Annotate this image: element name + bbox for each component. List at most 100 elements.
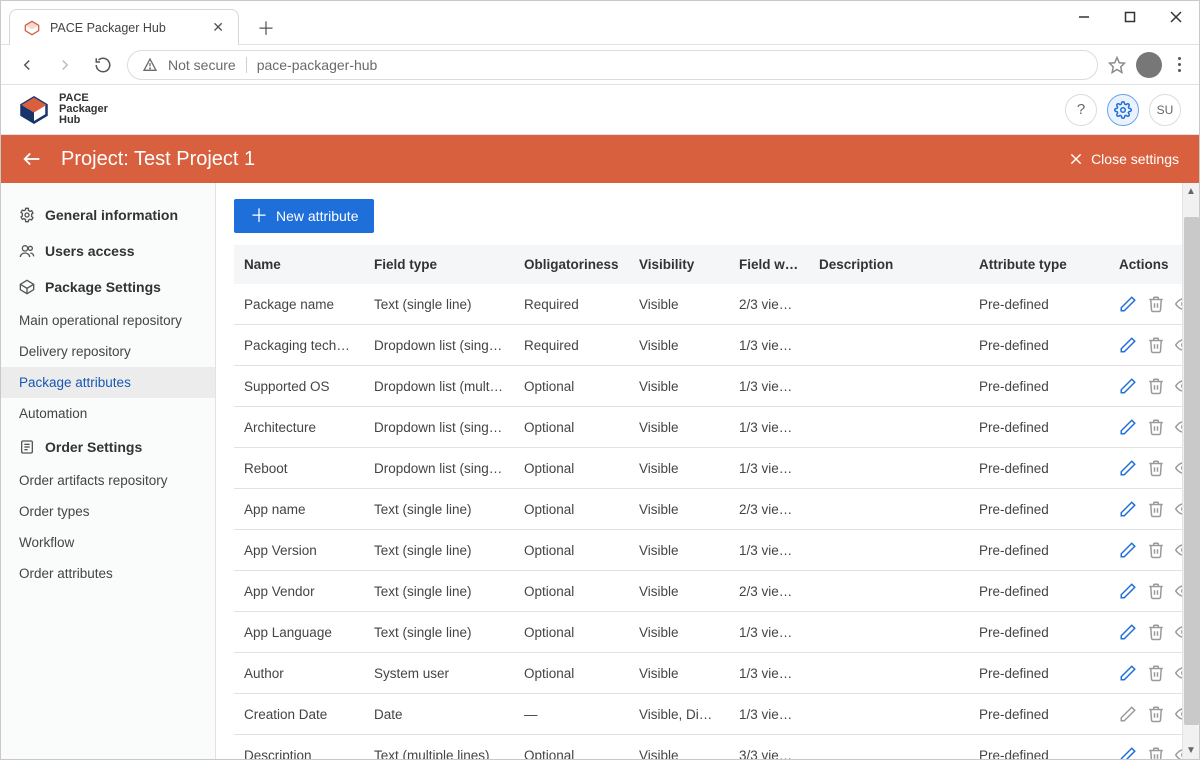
new-tab-button[interactable]: ＋ [251, 13, 281, 43]
window-minimize-button[interactable] [1061, 1, 1107, 33]
table-cell: Reboot [234, 448, 364, 489]
edit-icon[interactable] [1119, 582, 1137, 600]
tab-close-icon[interactable]: ✕ [212, 19, 224, 36]
delete-icon[interactable] [1147, 418, 1165, 436]
nav-back-button[interactable] [13, 51, 41, 79]
sidebar-section[interactable]: Package Settings [1, 269, 215, 305]
banner-back-button[interactable] [21, 148, 43, 170]
delete-icon[interactable] [1147, 377, 1165, 395]
delete-icon[interactable] [1147, 500, 1165, 518]
table-cell: 3/3 view ... [729, 735, 809, 760]
sidebar-item[interactable]: Workflow [1, 527, 215, 558]
table-cell: 1/3 view ... [729, 366, 809, 407]
edit-icon[interactable] [1119, 746, 1137, 759]
delete-icon[interactable] [1147, 459, 1165, 477]
app-header: PACE Packager Hub ? SU [1, 85, 1199, 135]
table-cell [809, 694, 969, 735]
window-maximize-button[interactable] [1107, 1, 1153, 33]
table-cell: Text (multiple lines) [364, 735, 514, 760]
main-content: ＋ New attribute NameField typeObligatori… [216, 183, 1199, 759]
delete-icon[interactable] [1147, 664, 1165, 682]
nav-reload-button[interactable] [89, 51, 117, 79]
profile-avatar-icon[interactable] [1136, 52, 1162, 78]
close-settings-button[interactable]: Close settings [1069, 151, 1179, 167]
table-header: Attribute type [969, 245, 1109, 284]
address-bar[interactable]: Not secure pace-packager-hub [127, 50, 1098, 80]
delete-icon[interactable] [1147, 295, 1165, 313]
table-row: Creation DateDate—Visible, Disabl...1/3 … [234, 694, 1199, 735]
edit-icon[interactable] [1119, 418, 1137, 436]
edit-icon[interactable] [1119, 623, 1137, 641]
sidebar-section-label: General information [45, 207, 178, 223]
table-cell: Text (single line) [364, 612, 514, 653]
url-text: pace-packager-hub [257, 57, 378, 73]
sidebar-section[interactable]: Users access [1, 233, 215, 269]
sidebar-section[interactable]: General information [1, 197, 215, 233]
delete-icon[interactable] [1147, 746, 1165, 759]
not-secure-icon [142, 57, 158, 73]
table-cell: Pre-defined [969, 571, 1109, 612]
browser-tab[interactable]: PACE Packager Hub ✕ [9, 9, 239, 45]
delete-icon[interactable] [1147, 541, 1165, 559]
table-cell: Pre-defined [969, 284, 1109, 325]
table-cell [809, 571, 969, 612]
sidebar-item[interactable]: Order attributes [1, 558, 215, 589]
table-cell: Text (single line) [364, 489, 514, 530]
table-cell: Pre-defined [969, 366, 1109, 407]
browser-menu-button[interactable] [1172, 57, 1187, 72]
sidebar-item[interactable]: Delivery repository [1, 336, 215, 367]
edit-icon[interactable] [1119, 336, 1137, 354]
table-cell: 1/3 view ... [729, 612, 809, 653]
edit-icon[interactable] [1119, 500, 1137, 518]
edit-icon[interactable] [1119, 705, 1137, 723]
sidebar-item[interactable]: Order artifacts repository [1, 465, 215, 496]
new-attribute-button[interactable]: ＋ New attribute [234, 199, 374, 233]
vertical-scrollbar[interactable]: ▲ ▼ [1182, 183, 1199, 759]
table-cell: — [514, 694, 629, 735]
scroll-thumb[interactable] [1184, 217, 1199, 725]
edit-icon[interactable] [1119, 459, 1137, 477]
settings-button[interactable] [1107, 94, 1139, 126]
package-icon [19, 279, 35, 295]
delete-icon[interactable] [1147, 705, 1165, 723]
attributes-table: NameField typeObligatorinessVisibilityFi… [234, 245, 1199, 759]
edit-icon[interactable] [1119, 664, 1137, 682]
favicon-icon [24, 20, 40, 36]
table-row: App LanguageText (single line)OptionalVi… [234, 612, 1199, 653]
sidebar-section[interactable]: Order Settings [1, 429, 215, 465]
sidebar-section-label: Users access [45, 243, 135, 259]
delete-icon[interactable] [1147, 582, 1165, 600]
table-cell: Pre-defined [969, 448, 1109, 489]
table-row: App VendorText (single line)OptionalVisi… [234, 571, 1199, 612]
edit-icon[interactable] [1119, 541, 1137, 559]
table-cell [809, 489, 969, 530]
delete-icon[interactable] [1147, 336, 1165, 354]
table-cell: Visible [629, 325, 729, 366]
sidebar-item[interactable]: Automation [1, 398, 215, 429]
table-row: AuthorSystem userOptionalVisible1/3 view… [234, 653, 1199, 694]
help-button[interactable]: ? [1065, 94, 1097, 126]
table-cell: Visible [629, 530, 729, 571]
scroll-down-icon[interactable]: ▼ [1186, 742, 1196, 759]
table-cell: Pre-defined [969, 653, 1109, 694]
sidebar: General information Users access Package S… [1, 183, 216, 759]
user-badge[interactable]: SU [1149, 94, 1181, 126]
edit-icon[interactable] [1119, 295, 1137, 313]
table-header: Description [809, 245, 969, 284]
sidebar-item[interactable]: Package attributes [1, 367, 215, 398]
delete-icon[interactable] [1147, 623, 1165, 641]
window-close-button[interactable] [1153, 1, 1199, 33]
scroll-up-icon[interactable]: ▲ [1186, 183, 1196, 200]
table-cell [809, 653, 969, 694]
sidebar-item[interactable]: Main operational repository [1, 305, 215, 336]
table-cell: Optional [514, 407, 629, 448]
table-cell: Pre-defined [969, 735, 1109, 760]
table-row: ArchitectureDropdown list (single c...Op… [234, 407, 1199, 448]
table-cell: Visible [629, 448, 729, 489]
sidebar-item[interactable]: Order types [1, 496, 215, 527]
bookmark-star-icon[interactable] [1108, 56, 1126, 74]
edit-icon[interactable] [1119, 377, 1137, 395]
browser-titlebar: PACE Packager Hub ✕ ＋ [1, 1, 1199, 45]
table-cell: Pre-defined [969, 612, 1109, 653]
nav-forward-button[interactable] [51, 51, 79, 79]
